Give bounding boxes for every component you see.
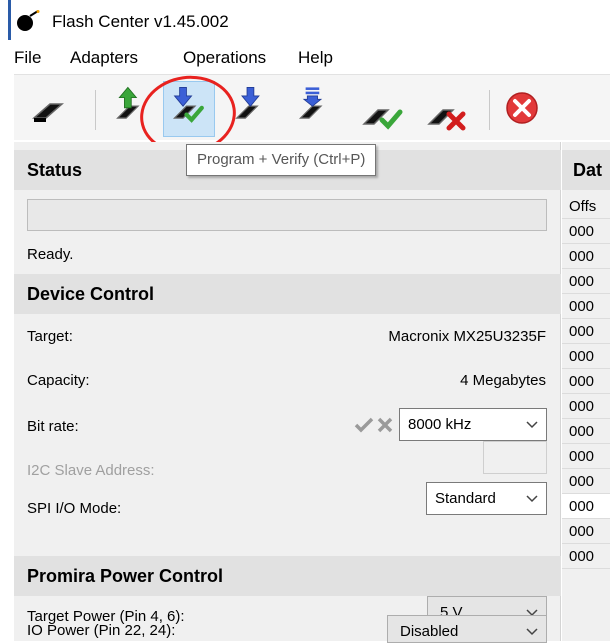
chevron-down-icon: [526, 628, 538, 636]
device-control-header: Device Control: [14, 274, 561, 314]
status-progress-bar: [27, 199, 547, 231]
menu-help[interactable]: Help: [298, 48, 333, 68]
data-row[interactable]: 000: [562, 344, 610, 369]
verify-icon[interactable]: [360, 92, 406, 138]
menu-file[interactable]: File: [14, 48, 41, 68]
data-row[interactable]: 000: [562, 469, 610, 494]
program-icon[interactable]: [230, 84, 276, 130]
chevron-down-icon: [526, 421, 538, 429]
data-row[interactable]: 000: [562, 244, 610, 269]
left-pane: Status Ready. Device Control Target: Mac…: [14, 142, 561, 641]
check-icon[interactable]: [354, 416, 374, 434]
target-value: Macronix MX25U3235F: [388, 328, 546, 345]
data-row[interactable]: 000: [562, 519, 610, 544]
remove-icon[interactable]: [425, 92, 471, 138]
data-row[interactable]: 000: [562, 319, 610, 344]
window-edge: [8, 0, 11, 40]
bitrate-label: Bit rate:: [27, 418, 79, 435]
io-power-label: IO Power (Pin 22, 24):: [27, 622, 176, 639]
i2c-address-field[interactable]: [483, 441, 547, 474]
data-row[interactable]: 000: [562, 269, 610, 294]
chip-icon[interactable]: [28, 92, 74, 138]
menu-bar: File Adapters Operations Help: [0, 40, 610, 72]
status-text: Ready.: [27, 246, 74, 263]
bitrate-select[interactable]: 8000 kHz: [399, 408, 547, 441]
cross-icon[interactable]: [376, 416, 394, 434]
window-title: Flash Center v1.45.002: [52, 12, 229, 31]
data-row[interactable]: 000: [562, 419, 610, 444]
data-pane: Dat Offs 000 000 000 000 000 000 000 000…: [562, 142, 610, 641]
data-row[interactable]: 000: [562, 494, 610, 519]
toolbar-separator: [489, 90, 490, 130]
menu-operations[interactable]: Operations: [183, 48, 266, 68]
app-icon: [17, 10, 40, 31]
cancel-icon[interactable]: [500, 88, 546, 134]
capacity-label: Capacity:: [27, 372, 90, 389]
data-row[interactable]: 000: [562, 369, 610, 394]
data-row[interactable]: 000: [562, 444, 610, 469]
data-column-header: Offs: [562, 194, 610, 219]
power-control-header: Promira Power Control: [14, 556, 561, 596]
erase-icon[interactable]: [292, 84, 338, 130]
data-row[interactable]: 000: [562, 394, 610, 419]
spi-mode-label: SPI I/O Mode:: [27, 500, 122, 517]
bitrate-value: 8000 kHz: [408, 416, 472, 433]
menu-adapters[interactable]: Adapters: [70, 48, 138, 68]
capacity-value: 4 Megabytes: [460, 372, 546, 389]
spi-mode-select[interactable]: Standard: [426, 482, 547, 515]
data-row[interactable]: 000: [562, 219, 610, 244]
data-row[interactable]: 000: [562, 294, 610, 319]
spi-mode-value: Standard: [435, 490, 496, 507]
io-power-value: Disabled: [400, 623, 459, 640]
toolbar-separator: [95, 90, 96, 130]
target-label: Target:: [27, 328, 73, 345]
data-pane-header: Dat: [562, 150, 610, 190]
title-bar: Flash Center v1.45.002: [0, 0, 610, 40]
program-verify-tooltip: Program + Verify (Ctrl+P): [186, 144, 377, 176]
chevron-down-icon: [526, 495, 538, 503]
data-row[interactable]: 000: [562, 544, 610, 569]
io-power-select[interactable]: Disabled: [387, 615, 547, 643]
i2c-label: I2C Slave Address:: [27, 462, 155, 479]
